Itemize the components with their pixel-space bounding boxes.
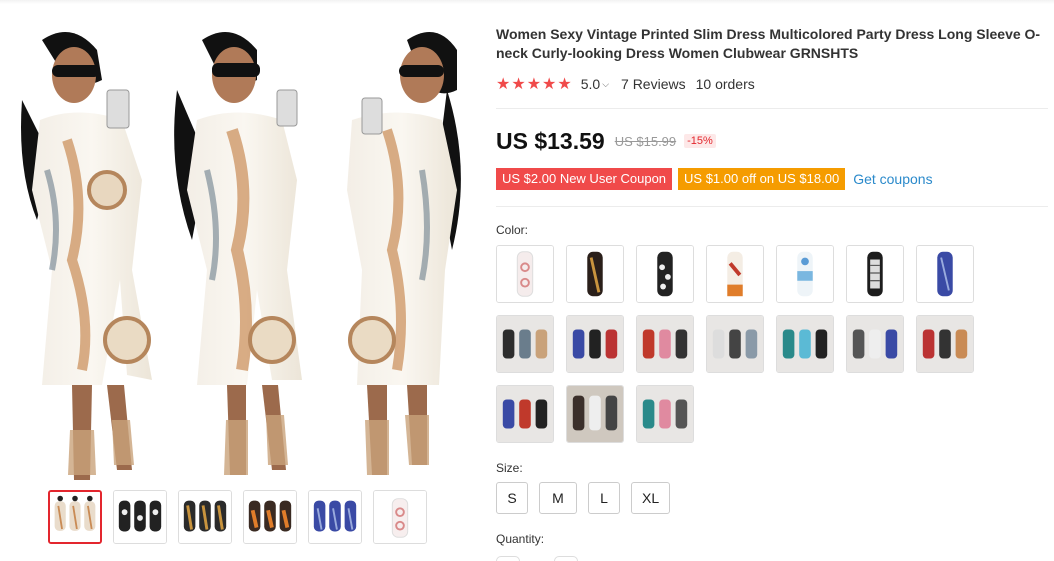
thumbnail-5[interactable] <box>308 490 362 544</box>
price-row: US $13.59 US $15.99 -15% <box>496 126 716 156</box>
orders-count: 10 orders <box>695 76 755 92</box>
color-option-1-image <box>497 246 553 302</box>
thumbnail-3[interactable] <box>178 490 232 544</box>
color-option-2-image <box>567 246 623 302</box>
store-coupon[interactable]: US $1.00 off on US $18.00 <box>676 168 846 190</box>
size-label: Size: <box>496 461 523 475</box>
discount-badge: -15% <box>684 134 716 148</box>
thumbnail-4[interactable] <box>243 490 297 544</box>
thumbnail-3-image <box>179 491 231 543</box>
thumbnail-1-image <box>50 492 100 542</box>
color-option-9[interactable] <box>566 315 624 373</box>
coupon-row: US $2.00 New User Coupon US $1.00 off on… <box>493 168 933 190</box>
size-option-m[interactable]: M <box>539 482 577 514</box>
new-user-coupon[interactable]: US $2.00 New User Coupon <box>493 168 673 190</box>
color-option-3-image <box>637 246 693 302</box>
size-option-l[interactable]: L <box>588 482 620 514</box>
thumbnail-6[interactable] <box>373 490 427 544</box>
color-option-12-image <box>777 316 833 372</box>
thumbnail-2-image <box>114 491 166 543</box>
color-option-15-image <box>497 386 553 442</box>
color-option-6-image <box>847 246 903 302</box>
color-option-11-image <box>707 316 763 372</box>
color-option-10-image <box>637 316 693 372</box>
divider <box>496 108 1048 109</box>
divider <box>496 206 1048 207</box>
thumbnail-4-image <box>244 491 296 543</box>
color-option-14-image <box>917 316 973 372</box>
rating-row: ★★★★★ 5.0 ⌵ 7 Reviews 10 orders <box>496 74 755 94</box>
color-option-8-image <box>497 316 553 372</box>
image-gallery <box>0 10 470 561</box>
rating-score[interactable]: 5.0 <box>581 76 600 92</box>
dress-models-illustration <box>21 32 461 480</box>
thumbnail-2[interactable] <box>113 490 167 544</box>
color-option-9-image <box>567 316 623 372</box>
main-product-image[interactable] <box>12 20 468 486</box>
color-option-12[interactable] <box>776 315 834 373</box>
top-shadow <box>0 0 1054 4</box>
color-option-4-image <box>707 246 763 302</box>
color-option-11[interactable] <box>706 315 764 373</box>
color-option-5-image <box>777 246 833 302</box>
thumbnail-6-image <box>374 491 426 543</box>
color-option-16-image <box>567 386 623 442</box>
quantity-increment-button[interactable] <box>554 556 578 561</box>
reviews-count[interactable]: 7 Reviews <box>621 76 686 92</box>
color-option-3[interactable] <box>636 245 694 303</box>
thumbnail-1[interactable] <box>48 490 102 544</box>
color-option-7[interactable] <box>916 245 974 303</box>
get-coupons-link[interactable]: Get coupons <box>853 171 932 187</box>
color-option-10[interactable] <box>636 315 694 373</box>
color-option-8[interactable] <box>496 315 554 373</box>
color-option-6[interactable] <box>846 245 904 303</box>
color-option-13-image <box>847 316 903 372</box>
quantity-label: Quantity: <box>496 532 545 546</box>
size-options: S M L XL <box>496 482 681 514</box>
current-price: US $13.59 <box>496 127 605 154</box>
quantity-decrement-button[interactable] <box>496 556 520 561</box>
color-option-1[interactable] <box>496 245 554 303</box>
color-option-17[interactable] <box>636 385 694 443</box>
color-option-4[interactable] <box>706 245 764 303</box>
rating-stars-icon: ★★★★★ <box>496 76 573 93</box>
color-option-15[interactable] <box>496 385 554 443</box>
chevron-down-icon[interactable]: ⌵ <box>602 79 609 90</box>
size-option-xl[interactable]: XL <box>631 482 671 514</box>
color-option-7-image <box>917 246 973 302</box>
color-option-5[interactable] <box>776 245 834 303</box>
color-option-13[interactable] <box>846 315 904 373</box>
color-option-17-image <box>637 386 693 442</box>
color-option-14[interactable] <box>916 315 974 373</box>
original-price: US $15.99 <box>614 133 677 149</box>
color-label: Color: <box>496 223 529 237</box>
size-option-s[interactable]: S <box>496 482 528 514</box>
color-option-2[interactable] <box>566 245 624 303</box>
product-title: Women Sexy Vintage Printed Slim Dress Mu… <box>496 26 1041 61</box>
thumbnail-5-image <box>309 491 361 543</box>
color-option-16[interactable] <box>566 385 624 443</box>
